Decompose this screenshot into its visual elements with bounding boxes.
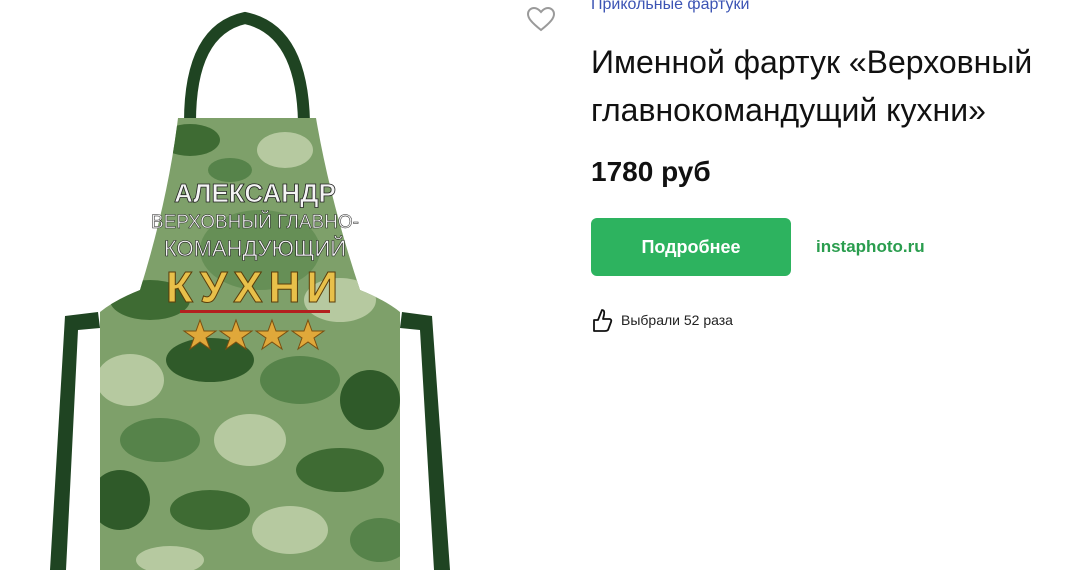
apron-line-3: КУХНИ	[166, 263, 344, 312]
product-image[interactable]: АЛЕКСАНДР ВЕРХОВНЫЙ ГЛАВНО- КОМАНДУЮЩИЙ …	[40, 0, 480, 586]
apron-name: АЛЕКСАНДР	[174, 178, 336, 208]
right-tie	[400, 312, 450, 570]
product-title: Именной фартук «Верховный главнокомандущ…	[591, 44, 1033, 128]
apron-illustration: АЛЕКСАНДР ВЕРХОВНЫЙ ГЛАВНО- КОМАНДУЮЩИЙ …	[50, 11, 450, 570]
apron-line-2: КОМАНДУЮЩИЙ	[164, 236, 346, 261]
likes-counter: Выбрали 52 раза	[591, 307, 733, 333]
apron-red-underline	[180, 310, 330, 313]
thumbs-up-icon	[593, 309, 613, 332]
left-tie	[50, 312, 100, 570]
neck-strap	[184, 11, 310, 123]
category-link[interactable]: Прикольные фартуки	[591, 0, 749, 14]
details-button[interactable]: Подробнее	[591, 218, 791, 276]
shop-link[interactable]: instaphoto.ru	[816, 237, 925, 257]
apron-line-1: ВЕРХОВНЫЙ ГЛАВНО-	[151, 211, 359, 233]
likes-text: Выбрали 52 раза	[621, 312, 733, 328]
heart-icon	[526, 6, 556, 32]
favorite-button[interactable]	[526, 6, 556, 32]
product-price: 1780 руб	[591, 156, 711, 187]
